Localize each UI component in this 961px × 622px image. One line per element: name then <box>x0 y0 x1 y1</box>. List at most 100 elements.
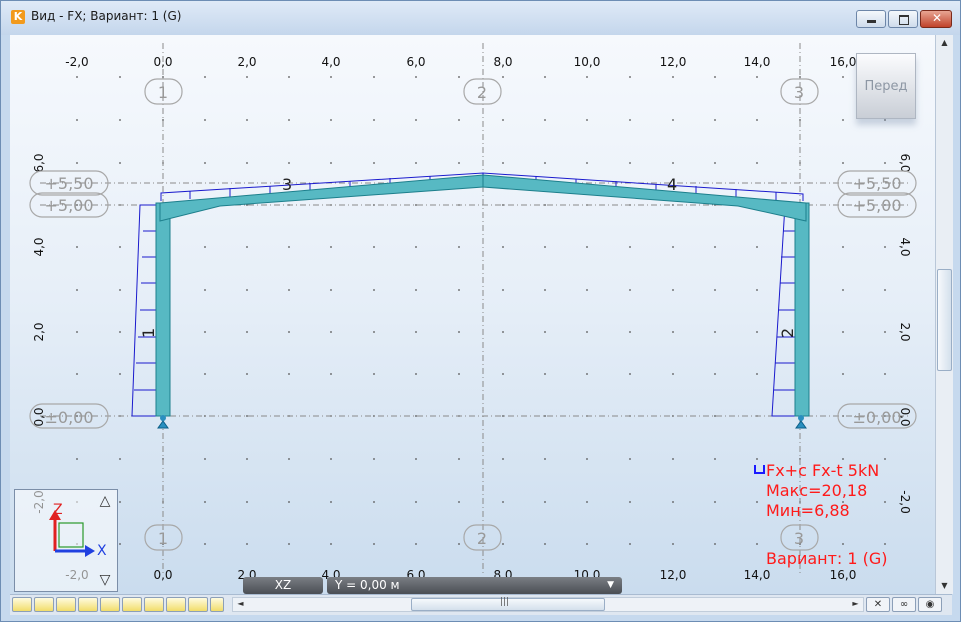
horizontal-scrollbar[interactable]: ◄ ||| ► <box>232 597 864 612</box>
element-label: 1 <box>139 328 158 338</box>
grid-dot <box>884 331 886 333</box>
grid-dot <box>415 501 417 503</box>
grid-dot <box>842 458 844 460</box>
view-mode-icon[interactable]: ◉ <box>918 597 942 612</box>
grid-dot <box>415 246 417 248</box>
grid-dot <box>119 331 121 333</box>
coordinate-dropdown-icon[interactable]: ▼ <box>607 577 614 594</box>
grid-dot <box>288 119 290 121</box>
local-axes-icon[interactable] <box>122 597 142 612</box>
stiffness-icon[interactable] <box>56 597 76 612</box>
grid-dot <box>458 501 460 503</box>
fill-icon[interactable] <box>166 597 186 612</box>
grid-dot <box>884 458 886 460</box>
grid-dot <box>76 162 78 164</box>
grid-dot <box>884 162 886 164</box>
support-icon <box>795 415 807 429</box>
node-numbers-icon[interactable] <box>12 597 32 612</box>
grid-dot <box>502 204 504 206</box>
grid-dot <box>415 76 417 78</box>
grid-dot <box>119 246 121 248</box>
title-bar[interactable]: K Вид - FX; Вариант: 1 (G) ✕ <box>1 1 960 35</box>
grid-dot <box>330 373 332 375</box>
axis-label: 3 <box>794 83 804 102</box>
grid-dot <box>458 119 460 121</box>
scroll-left-icon[interactable]: ◄ <box>233 597 248 610</box>
ruler-x-label: 16,0 <box>830 568 857 582</box>
grid-dot <box>842 289 844 291</box>
grid-dot <box>246 246 248 248</box>
ruler-x-label: 14,0 <box>744 568 771 582</box>
level-label: +5,00 <box>44 196 93 215</box>
grid-dot <box>629 543 631 545</box>
grid-dot <box>246 162 248 164</box>
grid-dot <box>373 331 375 333</box>
grid-dot <box>119 119 121 121</box>
level-label: +5,50 <box>852 174 901 193</box>
element-numbers-icon[interactable] <box>34 597 54 612</box>
ruler-x-label: 6,0 <box>406 55 425 69</box>
grid-dot <box>629 246 631 248</box>
front-view-button[interactable]: Перед <box>856 53 916 119</box>
vertical-scrollbar[interactable]: ▲ ▼ <box>935 35 953 594</box>
axis-bubbles <box>144 78 819 551</box>
grid-dot <box>629 289 631 291</box>
coordinate-status: Y = 0,00 м ▼ <box>327 577 622 594</box>
grid-dot <box>756 331 758 333</box>
scroll-right-icon[interactable]: ► <box>848 597 863 610</box>
ruler-y-label: 6,0 <box>32 153 46 172</box>
vertical-scroll-thumb[interactable] <box>937 269 952 371</box>
grid-dot <box>799 119 801 121</box>
close-button[interactable]: ✕ <box>920 10 952 28</box>
grid-dot <box>288 162 290 164</box>
grid-dot <box>756 162 758 164</box>
ruler-y-label: 6,0 <box>898 153 912 172</box>
hide-elements-icon[interactable]: ✕ <box>866 597 890 612</box>
scroll-down-icon[interactable]: ▼ <box>937 578 952 593</box>
loads-icon[interactable] <box>78 597 98 612</box>
force-diagram <box>131 172 804 417</box>
axis-label: 2 <box>477 529 487 548</box>
grid-dot <box>842 543 844 545</box>
grid-dot <box>246 331 248 333</box>
element-label: 2 <box>778 328 797 338</box>
grid-dot <box>458 289 460 291</box>
grid-dot <box>246 501 248 503</box>
grid-dot <box>502 458 504 460</box>
grid-dot <box>714 289 716 291</box>
view-up-button[interactable]: △ <box>95 491 115 511</box>
grid-dot <box>76 373 78 375</box>
grid-dot <box>756 373 758 375</box>
grid-dot <box>288 76 290 78</box>
more-tools-icon[interactable] <box>210 597 224 612</box>
grid-dot <box>330 458 332 460</box>
grid-dot <box>373 501 375 503</box>
supports-icon[interactable] <box>100 597 120 612</box>
grid-dot <box>672 458 674 460</box>
grid-dot <box>246 289 248 291</box>
model-viewport[interactable]: -2,0 0,0 2,0 4,0 6,0 8,0 10,0 12,0 14,0 … <box>10 35 935 594</box>
plates-icon[interactable] <box>144 597 164 612</box>
grid-dot <box>76 119 78 121</box>
element-label: 3 <box>282 175 292 194</box>
grid-dot <box>714 501 716 503</box>
minimize-button[interactable] <box>856 10 886 28</box>
level-label: ±0,00 <box>44 408 93 427</box>
scroll-up-icon[interactable]: ▲ <box>937 35 952 50</box>
glasses-icon[interactable]: ∞ <box>892 597 916 612</box>
grid-dot <box>204 246 206 248</box>
grid-dot <box>119 289 121 291</box>
values-icon[interactable] <box>188 597 208 612</box>
grid-dot <box>246 415 248 417</box>
grid-dot <box>458 76 460 78</box>
bottom-toolbar: ◄ ||| ► ✕ ∞ ◉ <box>10 594 952 615</box>
grid-dot <box>672 162 674 164</box>
grid-dot <box>373 289 375 291</box>
grid-dot <box>246 543 248 545</box>
grid-dot <box>415 458 417 460</box>
grid-dot <box>714 162 716 164</box>
view-down-button[interactable]: ▽ <box>95 570 115 590</box>
horizontal-scroll-thumb[interactable]: ||| <box>411 597 605 611</box>
grid-dot <box>544 246 546 248</box>
maximize-button[interactable] <box>888 10 918 28</box>
